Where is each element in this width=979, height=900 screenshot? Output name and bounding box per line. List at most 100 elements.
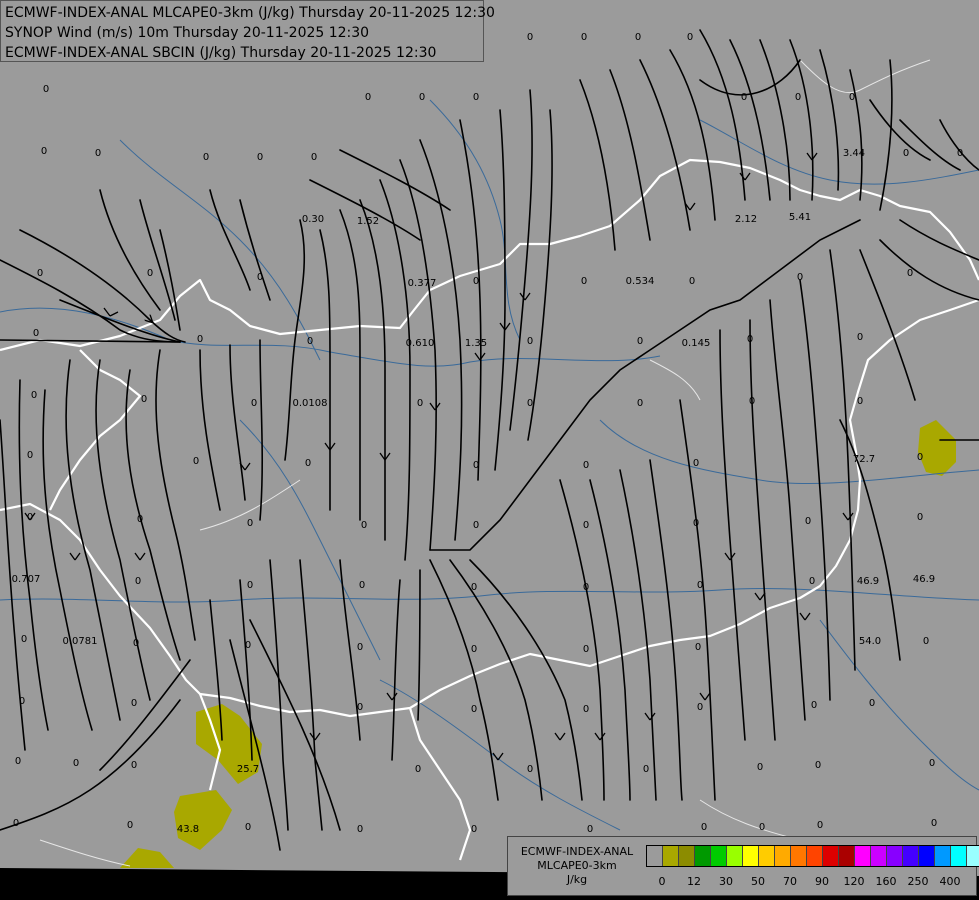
header-line-cin: ECMWF-INDEX-ANAL SBCIN (J/kg) Thursday 2…	[5, 45, 437, 61]
legend-tick: 160	[875, 875, 897, 888]
svg-text:0: 0	[583, 582, 589, 593]
svg-text:0: 0	[473, 276, 479, 287]
legend-swatch	[791, 846, 807, 866]
svg-text:0: 0	[809, 576, 815, 587]
color-legend: ECMWF-INDEX-ANAL MLCAPE0-3km J/kg 0 12 3…	[507, 836, 979, 896]
legend-swatch	[871, 846, 887, 866]
svg-text:0: 0	[473, 520, 479, 531]
svg-text:0: 0	[357, 702, 363, 713]
svg-text:0: 0	[473, 460, 479, 471]
svg-text:0: 0	[931, 818, 937, 829]
legend-swatch	[951, 846, 967, 866]
legend-swatch	[855, 846, 871, 866]
svg-text:0: 0	[127, 820, 133, 831]
svg-text:0: 0	[357, 824, 363, 835]
svg-text:0: 0	[471, 824, 477, 835]
svg-text:0: 0	[697, 702, 703, 713]
legend-tick-labels: 0 12 30 50 70 90 120 160 250 400	[646, 875, 971, 889]
legend-swatches	[646, 845, 979, 867]
svg-text:0: 0	[27, 450, 33, 461]
svg-text:0: 0	[817, 820, 823, 831]
map-background	[0, 0, 979, 900]
legend-swatch	[887, 846, 903, 866]
svg-text:0: 0	[749, 396, 755, 407]
legend-title: ECMWF-INDEX-ANAL MLCAPE0-3km J/kg	[512, 845, 642, 887]
header-line-cape: ECMWF-INDEX-ANAL MLCAPE0-3km (J/kg) Thur…	[5, 5, 495, 21]
svg-text:0: 0	[583, 644, 589, 655]
svg-text:0: 0	[797, 272, 803, 283]
svg-text:25.7: 25.7	[237, 764, 259, 775]
legend-title-line3: J/kg	[566, 873, 588, 886]
legend-title-line2: MLCAPE0-3km	[537, 859, 617, 872]
svg-text:0: 0	[147, 268, 153, 279]
legend-tick: 120	[843, 875, 865, 888]
svg-text:0: 0	[857, 396, 863, 407]
svg-text:0: 0	[581, 32, 587, 43]
legend-tick: 30	[719, 875, 733, 888]
svg-text:0: 0	[849, 92, 855, 103]
svg-text:0: 0	[73, 758, 79, 769]
svg-text:0: 0	[587, 824, 593, 835]
svg-text:0: 0	[21, 634, 27, 645]
svg-text:0: 0	[33, 328, 39, 339]
svg-text:0: 0	[527, 398, 533, 409]
svg-text:0: 0	[471, 704, 477, 715]
svg-text:0: 0	[31, 390, 37, 401]
svg-text:0: 0	[759, 822, 765, 833]
svg-text:0.145: 0.145	[682, 338, 711, 349]
svg-text:0: 0	[37, 268, 43, 279]
svg-text:46.9: 46.9	[913, 574, 935, 585]
svg-text:0.0108: 0.0108	[293, 398, 328, 409]
svg-text:0: 0	[583, 704, 589, 715]
legend-swatch	[935, 846, 951, 866]
svg-text:72.7: 72.7	[853, 454, 875, 465]
svg-text:0: 0	[583, 520, 589, 531]
svg-text:0.0781: 0.0781	[63, 636, 98, 647]
svg-text:0: 0	[811, 700, 817, 711]
svg-text:0: 0	[583, 460, 589, 471]
svg-text:0: 0	[131, 698, 137, 709]
svg-text:0: 0	[805, 516, 811, 527]
svg-text:0: 0	[815, 760, 821, 771]
svg-text:0: 0	[693, 458, 699, 469]
legend-swatch	[679, 846, 695, 866]
svg-text:0: 0	[701, 822, 707, 833]
svg-text:0: 0	[15, 756, 21, 767]
svg-text:0: 0	[907, 268, 913, 279]
svg-text:1.52: 1.52	[357, 216, 379, 227]
svg-text:0: 0	[637, 336, 643, 347]
svg-text:0: 0	[747, 334, 753, 345]
svg-text:0: 0	[471, 582, 477, 593]
svg-text:0: 0	[917, 452, 923, 463]
legend-swatch	[743, 846, 759, 866]
svg-text:0: 0	[869, 698, 875, 709]
svg-text:0: 0	[133, 638, 139, 649]
svg-text:0: 0	[695, 642, 701, 653]
svg-text:1.35: 1.35	[465, 338, 487, 349]
svg-text:0: 0	[359, 580, 365, 591]
svg-text:0: 0	[473, 92, 479, 103]
svg-text:0: 0	[247, 518, 253, 529]
legend-tick: 400	[939, 875, 961, 888]
svg-text:0: 0	[697, 580, 703, 591]
svg-text:0: 0	[307, 336, 313, 347]
svg-text:0: 0	[257, 272, 263, 283]
svg-text:0: 0	[43, 84, 49, 95]
svg-text:0.30: 0.30	[302, 214, 324, 225]
svg-text:0: 0	[247, 580, 253, 591]
svg-text:0: 0	[135, 576, 141, 587]
svg-text:0: 0	[311, 152, 317, 163]
svg-text:0: 0	[41, 146, 47, 157]
svg-text:0: 0	[245, 822, 251, 833]
svg-text:0: 0	[27, 512, 33, 523]
svg-text:0: 0	[419, 92, 425, 103]
svg-text:0: 0	[245, 640, 251, 651]
svg-text:0: 0	[357, 642, 363, 653]
svg-text:0: 0	[257, 152, 263, 163]
svg-text:0.534: 0.534	[626, 276, 655, 287]
legend-tick: 50	[751, 875, 765, 888]
svg-text:43.8: 43.8	[177, 824, 199, 835]
svg-text:0: 0	[471, 644, 477, 655]
legend-tick: 250	[907, 875, 929, 888]
legend-swatch	[967, 846, 979, 866]
